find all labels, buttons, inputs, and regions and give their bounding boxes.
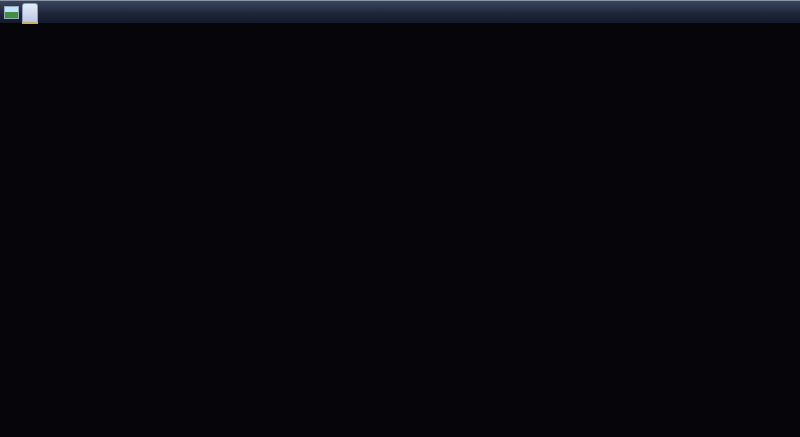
chart-canvas[interactable]: [0, 1, 800, 437]
chart-window: [0, 0, 800, 437]
